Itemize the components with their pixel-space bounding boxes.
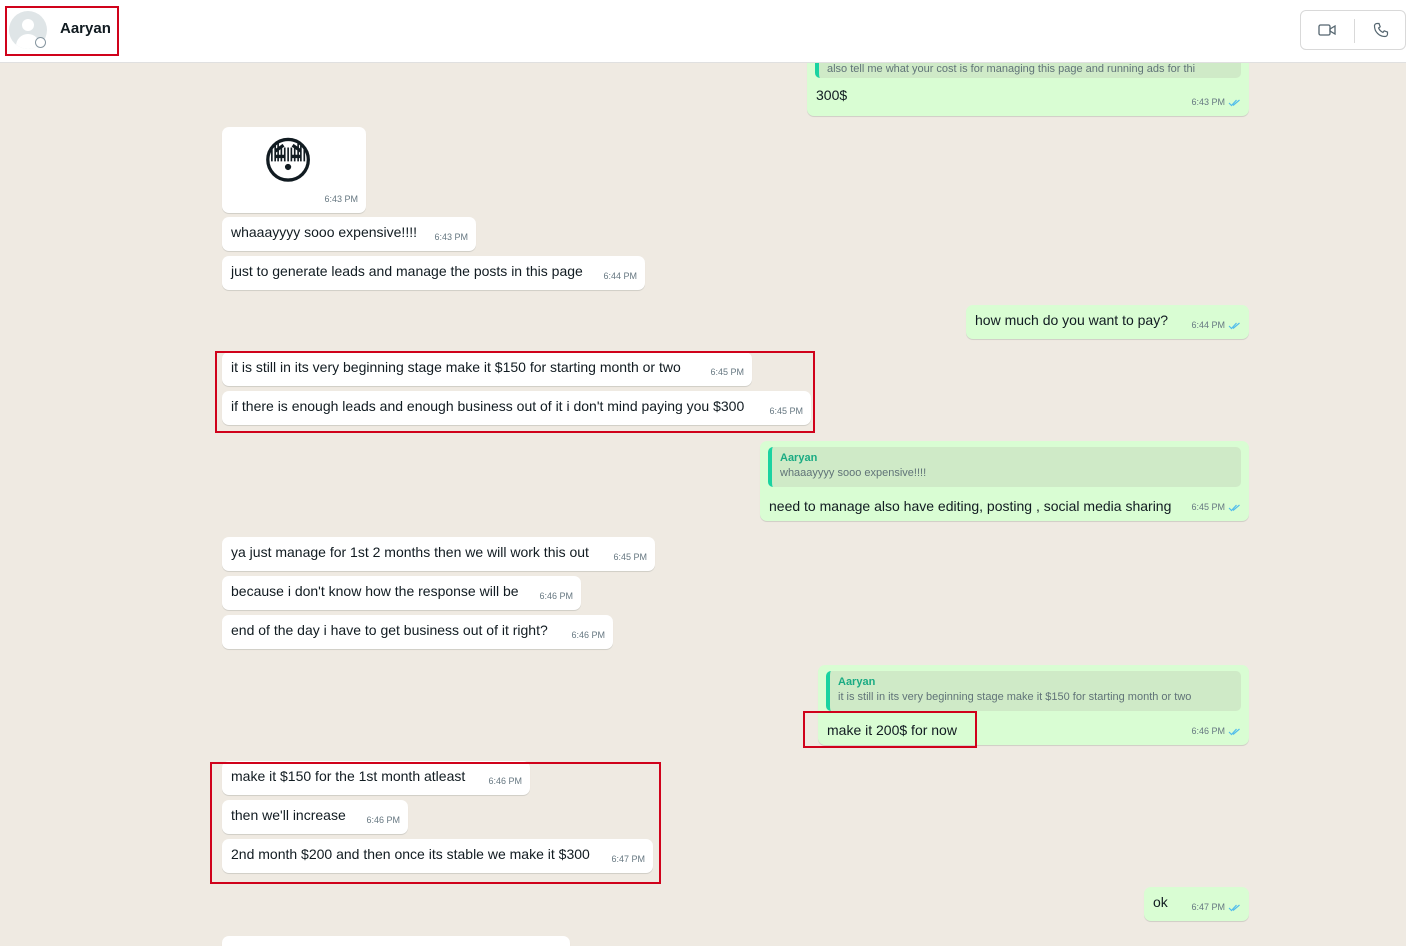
message-time: 6:46 PM bbox=[488, 776, 522, 786]
message-text: how much do you want to pay? bbox=[975, 312, 1169, 328]
message-time: 6:46 PM bbox=[539, 591, 573, 601]
message-bubble-incoming[interactable]: it is still in its very beginning stage … bbox=[222, 352, 752, 386]
message-time: 6:45 PM bbox=[613, 552, 647, 562]
message-text: ok bbox=[1153, 894, 1168, 910]
message-text: if there is enough leads and enough busi… bbox=[231, 398, 745, 414]
message-bubble-incoming[interactable]: end of the day i have to get business ou… bbox=[222, 615, 613, 649]
message-time: 6:45 PM bbox=[769, 406, 803, 416]
message-time: 6:43 PM bbox=[1191, 97, 1225, 107]
message-bubble-incoming[interactable]: just to generate leads and manage the po… bbox=[222, 256, 645, 290]
quoted-text: also tell me what your cost is for manag… bbox=[827, 63, 1196, 75]
message-meta: 6:44 PM bbox=[1191, 316, 1241, 335]
message-bubble-outgoing[interactable]: how much do you want to pay? 6:44 PM bbox=[966, 305, 1249, 339]
message-meta: 6:43 PM bbox=[1191, 93, 1241, 112]
message-text: ya just manage for 1st 2 months then we … bbox=[231, 544, 589, 560]
status-ring-icon bbox=[35, 37, 46, 48]
message-meta: 6:46 PM bbox=[571, 626, 605, 645]
quoted-message[interactable]: also tell me what your cost is for manag… bbox=[815, 63, 1241, 78]
message-time: 6:47 PM bbox=[611, 854, 645, 864]
message-meta: 6:45 PM bbox=[769, 402, 803, 421]
read-receipt-icon bbox=[1228, 728, 1240, 735]
sticker-message[interactable]: 😳 6:43 PM bbox=[222, 127, 366, 213]
chat-header: Aaryan bbox=[0, 0, 1406, 63]
message-time: 6:45 PM bbox=[710, 367, 744, 377]
message-time: 6:46 PM bbox=[366, 815, 400, 825]
message-text: just to generate leads and manage the po… bbox=[231, 263, 583, 279]
message-bubble-incoming[interactable]: because i don't know how the response wi… bbox=[222, 576, 581, 610]
quoted-text: it is still in its very beginning stage … bbox=[838, 691, 1192, 703]
message-text: 300$ bbox=[816, 87, 848, 103]
message-meta: 6:46 PM bbox=[539, 587, 573, 606]
message-meta: 6:47 PM bbox=[1191, 898, 1241, 917]
video-call-button[interactable] bbox=[1301, 11, 1353, 49]
message-bubble-incoming-clipped[interactable] bbox=[222, 936, 570, 946]
message-time: 6:44 PM bbox=[1191, 320, 1225, 330]
message-meta: 6:46 PM bbox=[366, 811, 400, 830]
message-meta: 6:44 PM bbox=[603, 267, 637, 286]
message-bubble-outgoing[interactable]: Aaryan it is still in its very beginning… bbox=[818, 665, 1249, 745]
message-meta: 6:43 PM bbox=[324, 190, 358, 209]
message-time: 6:43 PM bbox=[434, 232, 468, 242]
quoted-author: Aaryan bbox=[780, 452, 818, 464]
message-bubble-outgoing[interactable]: Aaryan whaaayyyy sooo expensive!!!! need… bbox=[760, 441, 1249, 521]
contact-name[interactable]: Aaryan bbox=[60, 20, 111, 37]
message-bubble-incoming[interactable]: 2nd month $200 and then once its stable … bbox=[222, 839, 653, 873]
voice-call-button[interactable] bbox=[1355, 11, 1406, 49]
message-text: because i don't know how the response wi… bbox=[231, 583, 519, 599]
video-call-icon bbox=[1318, 24, 1336, 36]
message-meta: 6:46 PM bbox=[1191, 722, 1241, 741]
message-bubble-outgoing[interactable]: ok 6:47 PM bbox=[1144, 887, 1249, 921]
read-receipt-icon bbox=[1228, 99, 1240, 106]
read-receipt-icon bbox=[1228, 504, 1240, 511]
message-meta: 6:45 PM bbox=[1191, 498, 1241, 517]
message-time: 6:44 PM bbox=[603, 271, 637, 281]
message-text: then we'll increase bbox=[231, 807, 346, 823]
message-text: it is still in its very beginning stage … bbox=[231, 359, 681, 375]
message-text: end of the day i have to get business ou… bbox=[231, 622, 548, 638]
message-time: 6:43 PM bbox=[324, 194, 358, 204]
message-bubble-incoming[interactable]: if there is enough leads and enough busi… bbox=[222, 391, 811, 425]
message-time: 6:45 PM bbox=[1191, 502, 1225, 512]
message-meta: 6:45 PM bbox=[613, 548, 647, 567]
read-receipt-icon bbox=[1228, 904, 1240, 911]
message-list[interactable]: also tell me what your cost is for manag… bbox=[0, 63, 1406, 946]
message-meta: 6:46 PM bbox=[488, 772, 522, 791]
message-text: need to manage also have editing, postin… bbox=[769, 498, 1172, 514]
flushed-face-sticker: 😳 bbox=[262, 133, 315, 189]
quoted-author: Aaryan bbox=[838, 676, 876, 688]
message-meta: 6:43 PM bbox=[434, 228, 468, 247]
message-bubble-incoming[interactable]: then we'll increase 6:46 PM bbox=[222, 800, 408, 834]
message-time: 6:47 PM bbox=[1191, 902, 1225, 912]
read-receipt-icon bbox=[1228, 322, 1240, 329]
message-time: 6:46 PM bbox=[571, 630, 605, 640]
voice-call-icon bbox=[1373, 22, 1389, 38]
message-text: make it 200$ for now bbox=[827, 722, 957, 738]
message-time: 6:46 PM bbox=[1191, 726, 1225, 736]
message-text: 2nd month $200 and then once its stable … bbox=[231, 846, 590, 862]
quoted-message[interactable]: Aaryan whaaayyyy sooo expensive!!!! bbox=[768, 447, 1241, 487]
message-bubble-incoming[interactable]: make it $150 for the 1st month atleast 6… bbox=[222, 761, 530, 795]
message-bubble-incoming[interactable]: ya just manage for 1st 2 months then we … bbox=[222, 537, 655, 571]
message-bubble-incoming[interactable]: whaaayyyy sooo expensive!!!! 6:43 PM bbox=[222, 217, 476, 251]
quoted-message[interactable]: Aaryan it is still in its very beginning… bbox=[826, 671, 1241, 711]
message-bubble-outgoing[interactable]: also tell me what your cost is for manag… bbox=[807, 63, 1249, 116]
message-text: whaaayyyy sooo expensive!!!! bbox=[231, 224, 417, 240]
call-button-group bbox=[1300, 10, 1406, 50]
avatar-head bbox=[22, 19, 34, 31]
message-text: make it $150 for the 1st month atleast bbox=[231, 768, 466, 784]
message-meta: 6:47 PM bbox=[611, 850, 645, 869]
message-meta: 6:45 PM bbox=[710, 363, 744, 382]
quoted-text: whaaayyyy sooo expensive!!!! bbox=[780, 467, 927, 479]
